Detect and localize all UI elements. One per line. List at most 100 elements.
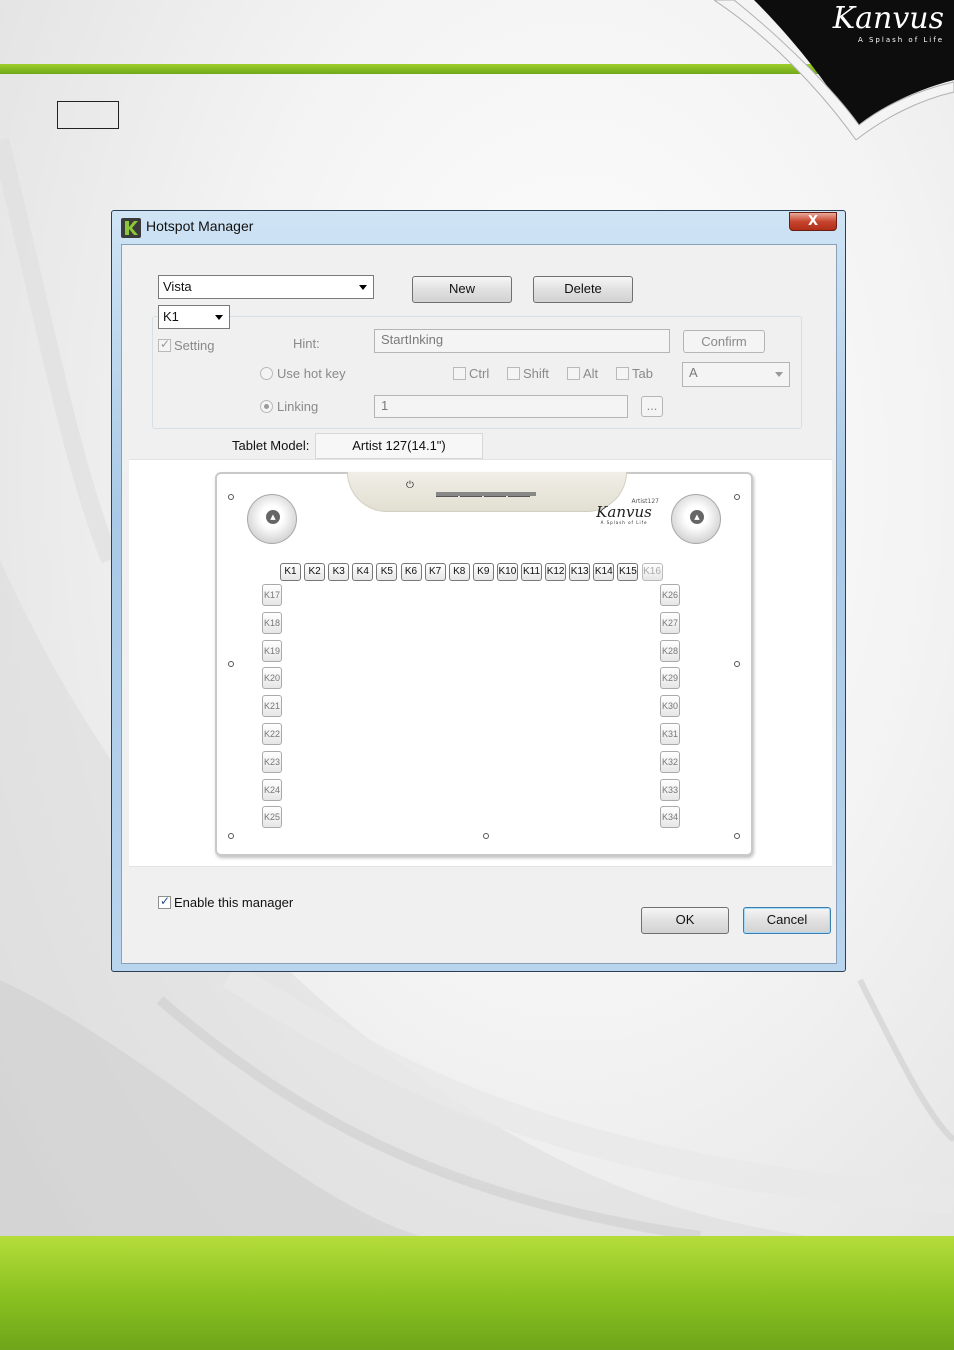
ctrl-checkbox[interactable]: Ctrl [453,366,489,381]
tab-label: Tab [632,366,653,381]
profile-combo-value: Vista [163,279,192,294]
hotkey-k34[interactable]: K34 [660,806,680,829]
tablet-model-label: Tablet Model: [232,438,310,453]
hotkey-k20[interactable]: K20 [262,667,282,690]
led-indicators [436,482,536,497]
hotkey-k4[interactable]: K4 [352,563,374,581]
side-screw [734,661,740,667]
hotkey-k25[interactable]: K25 [262,806,282,829]
hint-input[interactable]: StartInking [374,329,670,353]
shift-label: Shift [523,366,550,381]
new-button[interactable]: New [412,276,512,303]
hotkey-k7[interactable]: K7 [424,563,446,581]
hotkey-k22[interactable]: K22 [262,723,282,745]
hotkey-k29[interactable]: K29 [660,667,680,690]
setting-checkbox[interactable]: Setting [158,337,215,353]
hotkey-k12[interactable]: K12 [545,563,567,581]
enable-manager-label: Enable this manager [174,895,294,910]
corner-screw [228,833,234,839]
ok-button[interactable]: OK [641,907,729,934]
hotkey-k24[interactable]: K24 [262,778,282,801]
hotkey-k13[interactable]: K13 [569,563,591,581]
hotkey-k32[interactable]: K32 [660,750,680,773]
alt-checkbox[interactable]: Alt [567,366,598,381]
delete-button[interactable]: Delete [533,276,633,303]
cancel-button[interactable]: Cancel [743,907,831,934]
checkbox-icon [567,367,580,380]
hotkey-k16[interactable]: K16 [641,563,663,581]
linking-radio[interactable]: Linking [260,399,318,414]
linking-label: Linking [277,399,319,414]
alt-label: Alt [583,366,599,381]
corner-screw [734,494,740,500]
tablet-diagram-area: ⏻ Artist127 Kanvus A Splash of Life [129,459,832,867]
chevron-down-icon [215,315,223,320]
brand-name: Kanvus [832,1,944,36]
hotkey-k3[interactable]: K3 [328,563,350,581]
setting-check-icon [158,337,171,352]
hotkey-k18[interactable]: K18 [262,611,282,634]
tab-checkbox[interactable]: Tab [616,366,653,381]
hotkey-k27[interactable]: K27 [660,611,680,634]
hotkey-k31[interactable]: K31 [660,723,680,745]
hotkey-k23[interactable]: K23 [262,750,282,773]
hotkey-combo[interactable]: A [682,362,790,387]
hotspot-manager-window: Hotspot Manager X Vista New Delete K1 Se… [111,210,846,972]
footer-green-band [0,1236,954,1350]
profile-combo[interactable]: Vista [158,275,374,299]
left-touch-dial[interactable] [247,494,297,544]
page-number-box [57,101,119,129]
tablet-top-panel: ⏻ [347,472,627,512]
hotkey-k11[interactable]: K11 [521,563,542,581]
window-title: Hotspot Manager [146,218,254,234]
power-icon: ⏻ [406,480,414,491]
right-touch-dial[interactable] [671,494,721,544]
key-combo[interactable]: K1 [158,305,230,329]
radio-icon [260,367,273,380]
brand-tagline: A Splash of Life [857,36,944,44]
setting-label: Setting [174,338,215,353]
corner-screw [734,833,740,839]
shift-checkbox[interactable]: Shift [507,366,549,381]
hotkey-k9[interactable]: K9 [472,563,494,581]
chevron-down-icon [359,285,367,290]
hotkey-k19[interactable]: K19 [262,639,282,662]
hotkey-k15[interactable]: K15 [617,563,639,581]
hotkey-k1[interactable]: K1 [280,563,301,581]
checkbox-icon [616,367,629,380]
browse-button[interactable]: ... [641,396,663,417]
use-hot-key-radio[interactable]: Use hot key [260,366,346,381]
hotkey-k6[interactable]: K6 [400,563,422,581]
hint-label: Hint: [293,336,320,351]
hotkey-k21[interactable]: K21 [262,695,282,718]
linking-input[interactable]: 1 [374,395,628,418]
hotkey-k30[interactable]: K30 [660,695,680,718]
checkbox-checked-icon [158,894,171,909]
use-hot-key-label: Use hot key [277,366,346,381]
bottom-screw [483,833,489,839]
brand-logo: Kanvus A Splash of Life [814,2,944,46]
app-icon [121,218,141,238]
hotkey-k2[interactable]: K2 [304,563,326,581]
dialog-client-area: Vista New Delete K1 Setting Hint: StartI… [121,244,837,964]
confirm-button[interactable]: Confirm [683,330,765,353]
tablet-brand-name: Kanvus [596,503,652,521]
hotkey-combo-value: A [689,365,698,380]
hotkey-k5[interactable]: K5 [376,563,398,581]
close-button[interactable]: X [789,212,837,231]
hotkey-k14[interactable]: K14 [593,563,615,581]
ctrl-label: Ctrl [469,366,490,381]
side-screw [228,661,234,667]
hotkey-k28[interactable]: K28 [660,639,680,662]
hotkey-k17[interactable]: K17 [262,584,282,606]
hotkey-k10[interactable]: K10 [496,563,518,581]
hotkey-k8[interactable]: K8 [448,563,470,581]
hotkey-k33[interactable]: K33 [660,778,680,801]
checkbox-icon [453,367,466,380]
tablet-model-mark: Artist127 [631,498,659,505]
hotkey-k26[interactable]: K26 [660,584,680,606]
chevron-down-icon [775,372,783,377]
corner-screw [228,494,234,500]
enable-manager-checkbox[interactable]: Enable this manager [158,894,294,910]
key-combo-value: K1 [163,309,179,324]
